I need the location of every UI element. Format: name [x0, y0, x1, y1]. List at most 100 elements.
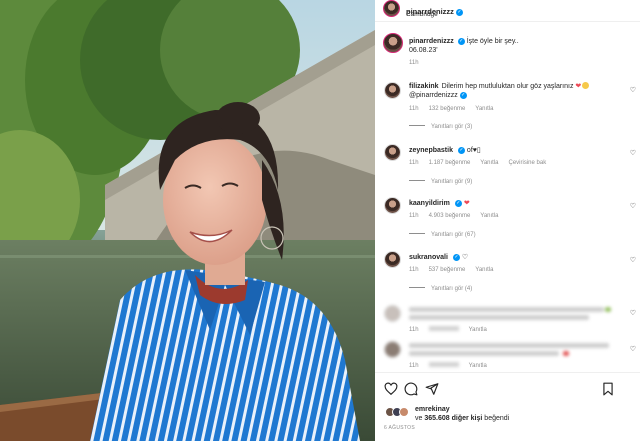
comment-body: Dilerim hep mutluluktan olur göz yaşları… — [441, 83, 574, 90]
caption-date: 06.08.23' — [409, 47, 438, 54]
blurred-likes — [428, 362, 459, 367]
see-translation-button[interactable]: Çevirisine bak — [509, 160, 547, 166]
post-date: 6 Ağustos — [384, 425, 415, 431]
red-heart-emoji-icon: ❤ — [463, 200, 470, 207]
comment-time: 11h — [409, 213, 419, 219]
red-heart-emoji-icon: ❤ — [575, 83, 582, 90]
replies-line — [409, 233, 425, 234]
blurred-text-line — [409, 351, 559, 356]
comment-time: 11h — [409, 363, 419, 369]
comment-likes[interactable]: 537 beğenme — [429, 267, 466, 273]
verified-badge-icon: ✓ — [455, 9, 463, 16]
blurred-text-line — [409, 343, 609, 348]
comment-meta: 11h 132 beğenme Yanıtla — [409, 106, 504, 112]
verified-badge-icon: ✓ — [452, 254, 460, 261]
caption: pinarrdenizzz ✓ İşte öyle bir şey.. 06.08… — [409, 37, 629, 55]
reply-button[interactable]: Yanıtla — [469, 327, 487, 333]
photo-scene — [0, 0, 375, 441]
view-replies-button[interactable]: Yanıtları gör (9) — [409, 179, 472, 185]
caption-text: İşte öyle bir şey.. — [466, 38, 519, 45]
comment-avatar[interactable] — [384, 251, 401, 268]
comment-username[interactable]: filizakink — [409, 83, 439, 90]
comment-likes[interactable]: 132 beğenme — [429, 106, 466, 112]
verified-badge-icon: ✓ — [457, 147, 465, 154]
likes-suffix: beğendi — [484, 415, 510, 422]
caption-time: 11h — [409, 60, 419, 66]
comment-meta: 11h Yanıtla — [409, 362, 497, 369]
blurred-likes — [428, 326, 459, 331]
comment-text: filizakink Dilerim hep mutluluktan olur g… — [409, 82, 619, 100]
view-replies-label: Yanıtları gör (9) — [431, 179, 473, 185]
reply-button[interactable]: Yanıtla — [480, 160, 498, 166]
comment-username[interactable]: kaanyildirim — [409, 200, 450, 207]
post-location[interactable]: Cambridge — [406, 11, 438, 18]
blurred-emoji — [563, 351, 569, 356]
reply-button[interactable]: Yanıtla — [475, 106, 493, 112]
post-header: pinarrdenizzz ✓ Cambridge — [375, 0, 640, 22]
caption-username[interactable]: pinarrdenizzz — [409, 38, 454, 45]
comment-text: sukranovali ✓ ♡ — [409, 253, 619, 262]
comment-meta: 11h 537 beğenme Yanıtla — [409, 267, 504, 273]
comment-likes[interactable]: 4.903 beğenme — [429, 213, 471, 219]
verified-badge-icon: ✓ — [457, 38, 465, 45]
comment-meta: 11h 1.187 beğenme Yanıtla Çevirisine bak — [409, 160, 556, 166]
replies-line — [409, 287, 425, 288]
comment-username[interactable]: zeynepbastik — [409, 147, 453, 154]
bookmark-icon[interactable] — [601, 382, 615, 396]
smiling-face-emoji-icon — [582, 82, 590, 89]
comment-time: 11h — [409, 160, 419, 166]
caption-avatar[interactable] — [383, 33, 403, 53]
comment-time: 11h — [409, 267, 419, 273]
view-replies-label: Yanıtları gör (67) — [431, 232, 476, 238]
comment-like-heart-icon[interactable]: ♡ — [630, 345, 636, 353]
comment-avatar[interactable] — [384, 82, 401, 99]
view-replies-button[interactable]: Yanıtları gör (67) — [409, 232, 476, 238]
comment-likes[interactable]: 1.187 beğenme — [429, 160, 471, 166]
comment-like-heart-icon[interactable]: ♡ — [630, 149, 636, 157]
view-replies-button[interactable]: Yanıtları gör (4) — [409, 286, 472, 292]
first-liker-username[interactable]: emrekinay — [415, 406, 450, 413]
liker-avatar — [399, 407, 409, 417]
comment-like-heart-icon[interactable]: ♡ — [630, 256, 636, 264]
reply-button[interactable]: Yanıtla — [480, 213, 498, 219]
comment-avatar[interactable] — [384, 144, 401, 161]
view-replies-label: Yanıtları gör (4) — [431, 286, 473, 292]
verified-badge-icon: ✓ — [459, 92, 467, 99]
verified-badge-icon: ✓ — [454, 200, 462, 207]
comment-time: 11h — [409, 327, 419, 333]
comment-like-heart-icon[interactable]: ♡ — [630, 202, 636, 210]
blurred-text-line — [409, 307, 604, 312]
comment-text: zeynepbastik ✓ of♥▯ — [409, 146, 619, 155]
likes-count[interactable]: 365.608 diğer kişi — [424, 415, 482, 422]
comment-meta: 11h Yanıtla — [409, 326, 497, 333]
comment-time: 11h — [409, 106, 419, 112]
likes-second-line: ve 365.608 diğer kişi beğendi — [415, 415, 509, 422]
comment-icon[interactable] — [404, 382, 418, 396]
liker-avatars[interactable] — [385, 407, 409, 417]
post-photo[interactable] — [0, 0, 375, 441]
likes-first-line: emrekinay — [415, 406, 450, 413]
comment-meta: 11h 4.903 beğenme Yanıtla — [409, 213, 509, 219]
comment-like-heart-icon[interactable]: ♡ — [630, 309, 636, 317]
comment-avatar[interactable] — [384, 341, 401, 358]
replies-line — [409, 125, 425, 126]
share-icon[interactable] — [425, 382, 439, 396]
post-side-panel: pinarrdenizzz ✓ Cambridge pinarrdenizzz ✓ … — [375, 0, 640, 441]
view-replies-label: Yanıtları gör (3) — [431, 124, 473, 130]
reply-button[interactable]: Yanıtla — [475, 267, 493, 273]
comment-text: kaanyildirim ✓ ❤ — [409, 199, 619, 208]
view-replies-button[interactable]: Yanıtları gör (3) — [409, 124, 472, 130]
comment-avatar[interactable] — [384, 197, 401, 214]
comment-username[interactable]: sukranovali — [409, 254, 448, 261]
blurred-text-line — [409, 315, 589, 320]
comment-mention[interactable]: @pinarrdenizzz — [409, 92, 458, 99]
white-heart-emoji-icon: ♡ — [461, 254, 469, 261]
comment-avatar[interactable] — [384, 305, 401, 322]
blurred-emoji — [605, 307, 611, 312]
avatar[interactable] — [383, 0, 400, 17]
reply-button[interactable]: Yanıtla — [469, 363, 487, 369]
likes-connector: ve — [415, 415, 423, 422]
heart-outline-icon[interactable] — [384, 382, 398, 396]
unknown-emoji-icon: ▯ — [476, 147, 481, 154]
comment-like-heart-icon[interactable]: ♡ — [630, 86, 636, 94]
